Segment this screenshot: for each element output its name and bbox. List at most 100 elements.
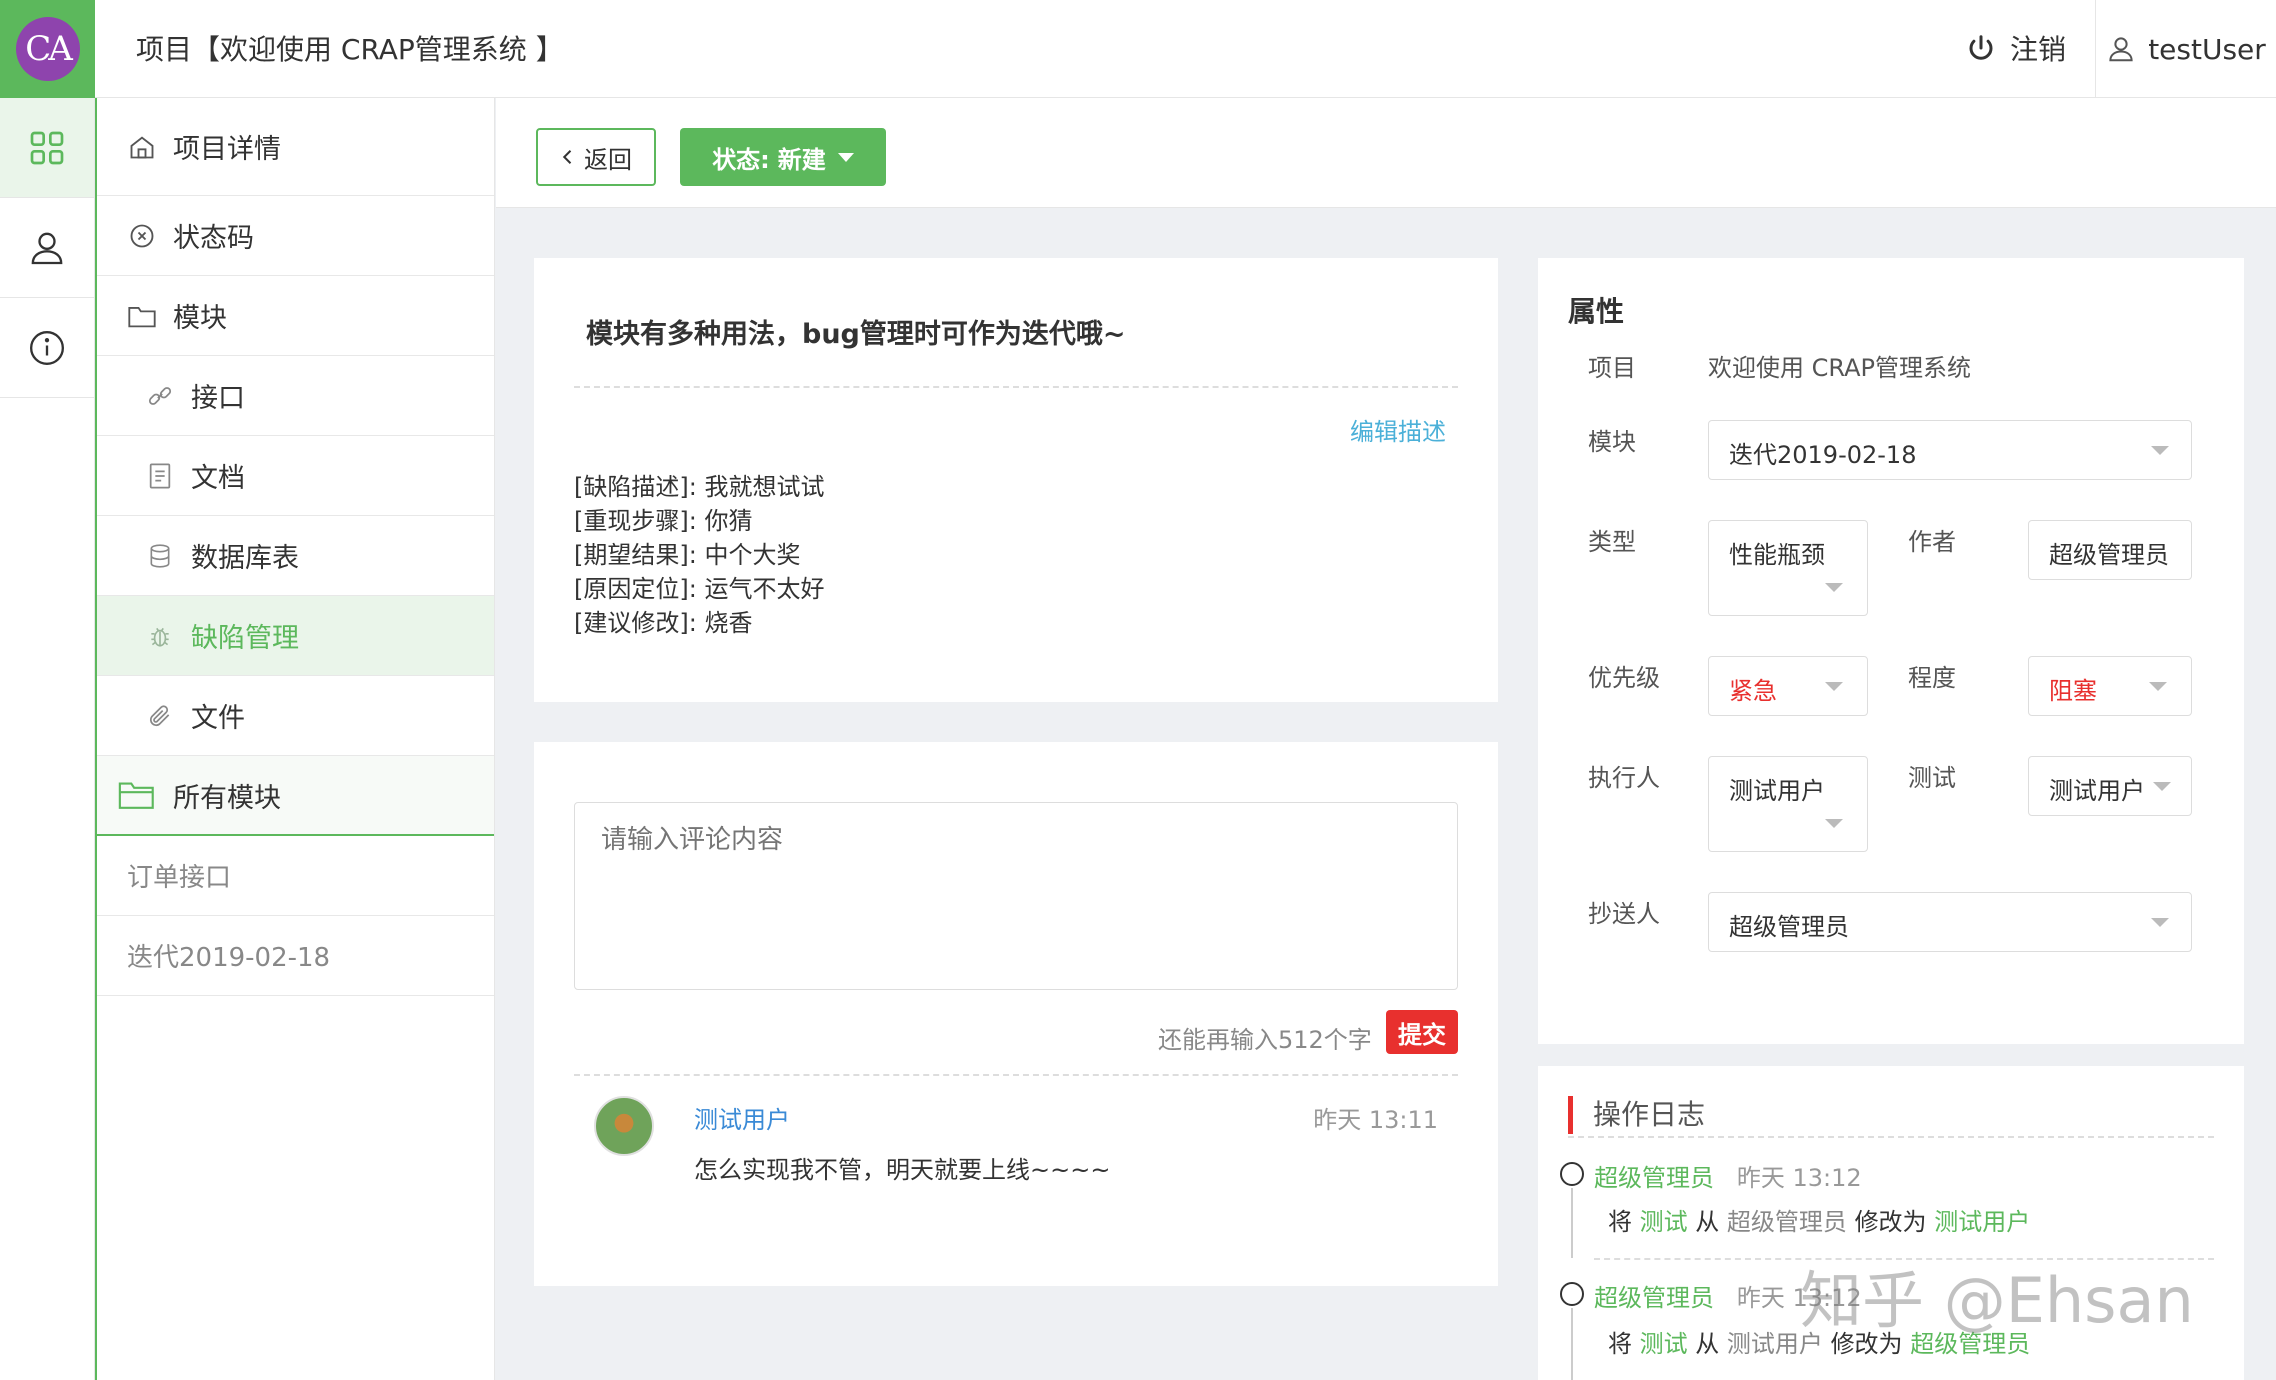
description-line: [期望结果]: 中个大奖 bbox=[574, 541, 801, 569]
log-word: 从 bbox=[1695, 1208, 1720, 1236]
timeline-dot-icon bbox=[1560, 1282, 1584, 1306]
back-label: 返回 bbox=[584, 145, 632, 174]
log-user[interactable]: 超级管理员 bbox=[1594, 1164, 1714, 1192]
module-select-value: 迭代2019-02-18 bbox=[1729, 441, 1917, 469]
apps-icon bbox=[30, 131, 64, 164]
side-nav: 项目详情 状态码 模块 接口 文档 数据库表 缺陷管理 文件 所有模块 订单接口… bbox=[95, 98, 495, 1380]
nav-item-file[interactable]: 文件 bbox=[97, 676, 494, 756]
avatar bbox=[594, 1096, 654, 1156]
type-select-value: 性能瓶颈 bbox=[1729, 541, 1825, 569]
nav-label: 项目详情 bbox=[173, 134, 281, 165]
description-line: [建议修改]: 烧香 bbox=[574, 609, 753, 637]
nav-label: 接口 bbox=[191, 383, 245, 414]
cc-select[interactable]: 超级管理员 bbox=[1708, 892, 2192, 952]
user-icon bbox=[2109, 37, 2133, 62]
log-word: 修改为 bbox=[1854, 1208, 1927, 1236]
caret-down-icon bbox=[1825, 819, 1843, 828]
comment-time: 昨天 13:11 bbox=[1313, 1106, 1438, 1134]
log-word: 将 bbox=[1608, 1208, 1632, 1236]
user-menu[interactable]: testUser bbox=[2095, 0, 2276, 98]
document-icon bbox=[145, 461, 175, 491]
log-entry: 超级管理员 昨天 13:12 将 测试 从 超级管理员 修改为 测试用户 bbox=[1560, 1158, 2208, 1258]
module-label: 迭代2019-02-18 bbox=[127, 943, 331, 973]
caret-down-icon bbox=[1825, 682, 1843, 691]
log-word: 从 bbox=[1695, 1330, 1720, 1358]
timeline-line bbox=[1571, 1188, 1573, 1258]
back-button[interactable]: 返回 bbox=[536, 128, 656, 186]
nav-item-status-code[interactable]: 状态码 bbox=[97, 196, 494, 276]
edit-description-link[interactable]: 编辑描述 bbox=[1350, 412, 1446, 447]
nav-item-document[interactable]: 文档 bbox=[97, 436, 494, 516]
logout-button[interactable]: 注销 bbox=[1966, 28, 2066, 68]
nav-item-module[interactable]: 模块 bbox=[97, 276, 494, 356]
caret-down-icon bbox=[2153, 782, 2171, 791]
nav-label: 状态码 bbox=[173, 223, 254, 254]
logout-label: 注销 bbox=[2010, 33, 2067, 66]
cc-select-value: 超级管理员 bbox=[1729, 913, 1849, 941]
nav-item-all-modules[interactable]: 所有模块 bbox=[97, 756, 494, 836]
type-select[interactable]: 性能瓶颈 bbox=[1708, 520, 1868, 616]
submit-button[interactable]: 提交 bbox=[1386, 1010, 1458, 1054]
tester-select[interactable]: 测试用户 bbox=[2028, 756, 2192, 816]
rail-apps[interactable] bbox=[0, 98, 94, 198]
divider bbox=[574, 1074, 1458, 1076]
nav-item-project-detail[interactable]: 项目详情 bbox=[97, 98, 494, 196]
module-select[interactable]: 迭代2019-02-18 bbox=[1708, 420, 2192, 480]
log-time: 昨天 13:12 bbox=[1736, 1164, 1862, 1192]
comment-text: 怎么实现我不管，明天就要上线~~~~ bbox=[694, 1156, 1111, 1184]
comment-user[interactable]: 测试用户 bbox=[694, 1100, 790, 1135]
user-icon bbox=[31, 232, 63, 264]
project-label: 项目 bbox=[1588, 354, 1636, 382]
priority-label: 优先级 bbox=[1588, 664, 1660, 692]
module-item-iteration[interactable]: 迭代2019-02-18 bbox=[97, 916, 494, 996]
folder-icon bbox=[127, 301, 157, 331]
severity-select[interactable]: 阻塞 bbox=[2028, 656, 2192, 716]
power-icon bbox=[1969, 35, 1993, 60]
timeline-dot-icon bbox=[1560, 1162, 1584, 1186]
status-dropdown[interactable]: 状态: 新建 bbox=[680, 128, 886, 186]
chevron-left-icon bbox=[562, 150, 572, 164]
home-icon bbox=[127, 132, 157, 162]
severity-label: 程度 bbox=[1908, 664, 1956, 692]
status-label: 状态: bbox=[712, 145, 770, 174]
username: testUser bbox=[2148, 32, 2266, 66]
description-panel: 模块有多种用法，bug管理时可作为迭代哦~ 编辑描述 [缺陷描述]: 我就想试试… bbox=[534, 258, 1498, 702]
author-label: 作者 bbox=[1908, 528, 1956, 556]
log-from: 超级管理员 bbox=[1726, 1208, 1847, 1236]
top-header: CA 项目【欢迎使用 CRAP管理系统 】 注销 testUser bbox=[0, 0, 2276, 98]
log-field: 测试 bbox=[1639, 1330, 1688, 1358]
properties-title: 属性 bbox=[1568, 295, 1625, 328]
rail-user[interactable] bbox=[0, 198, 94, 298]
caret-down-icon bbox=[2149, 682, 2167, 691]
database-icon bbox=[145, 541, 175, 571]
nav-label: 缺陷管理 bbox=[191, 623, 299, 654]
rail-info[interactable] bbox=[0, 298, 94, 398]
description-line: [重现步骤]: 你猜 bbox=[574, 507, 753, 535]
page-title: 项目【欢迎使用 CRAP管理系统 】 bbox=[136, 33, 564, 66]
type-label: 类型 bbox=[1588, 528, 1636, 556]
nav-label: 数据库表 bbox=[191, 543, 299, 574]
watermark: 知乎 @Ehsan bbox=[1800, 1264, 2194, 1337]
tester-label: 测试 bbox=[1908, 764, 1956, 792]
author-field[interactable]: 超级管理员 bbox=[2028, 520, 2192, 580]
executor-select[interactable]: 测试用户 bbox=[1708, 756, 1868, 852]
description-line: [原因定位]: 运气不太好 bbox=[574, 575, 825, 603]
nav-item-bug-management[interactable]: 缺陷管理 bbox=[97, 596, 494, 676]
content-toolbar: 返回 状态: 新建 bbox=[496, 98, 2276, 208]
tester-select-value: 测试用户 bbox=[2049, 777, 2145, 805]
project-value: 欢迎使用 CRAP管理系统 bbox=[1708, 354, 1971, 382]
executor-select-value: 测试用户 bbox=[1729, 777, 1825, 805]
module-item-order-interface[interactable]: 订单接口 bbox=[97, 836, 494, 916]
priority-select[interactable]: 紧急 bbox=[1708, 656, 1868, 716]
log-word: 将 bbox=[1608, 1330, 1632, 1358]
properties-panel: 属性 项目 欢迎使用 CRAP管理系统 模块 迭代2019-02-18 类型 性… bbox=[1538, 258, 2244, 1044]
description-body: [缺陷描述]: 我就想试试 [重现步骤]: 你猜 [期望结果]: 中个大奖 [原… bbox=[574, 470, 824, 640]
nav-item-interface[interactable]: 接口 bbox=[97, 356, 494, 436]
nav-item-database[interactable]: 数据库表 bbox=[97, 516, 494, 596]
comment-panel: 还能再输入512个字 提交 测试用户 昨天 13:11 怎么实现我不管，明天就要… bbox=[534, 742, 1498, 1286]
comment-input[interactable] bbox=[574, 802, 1458, 990]
log-user[interactable]: 超级管理员 bbox=[1594, 1284, 1714, 1312]
nav-label: 文档 bbox=[191, 463, 245, 494]
logo[interactable]: CA bbox=[0, 0, 95, 98]
description-line: [缺陷描述]: 我就想试试 bbox=[574, 473, 825, 501]
